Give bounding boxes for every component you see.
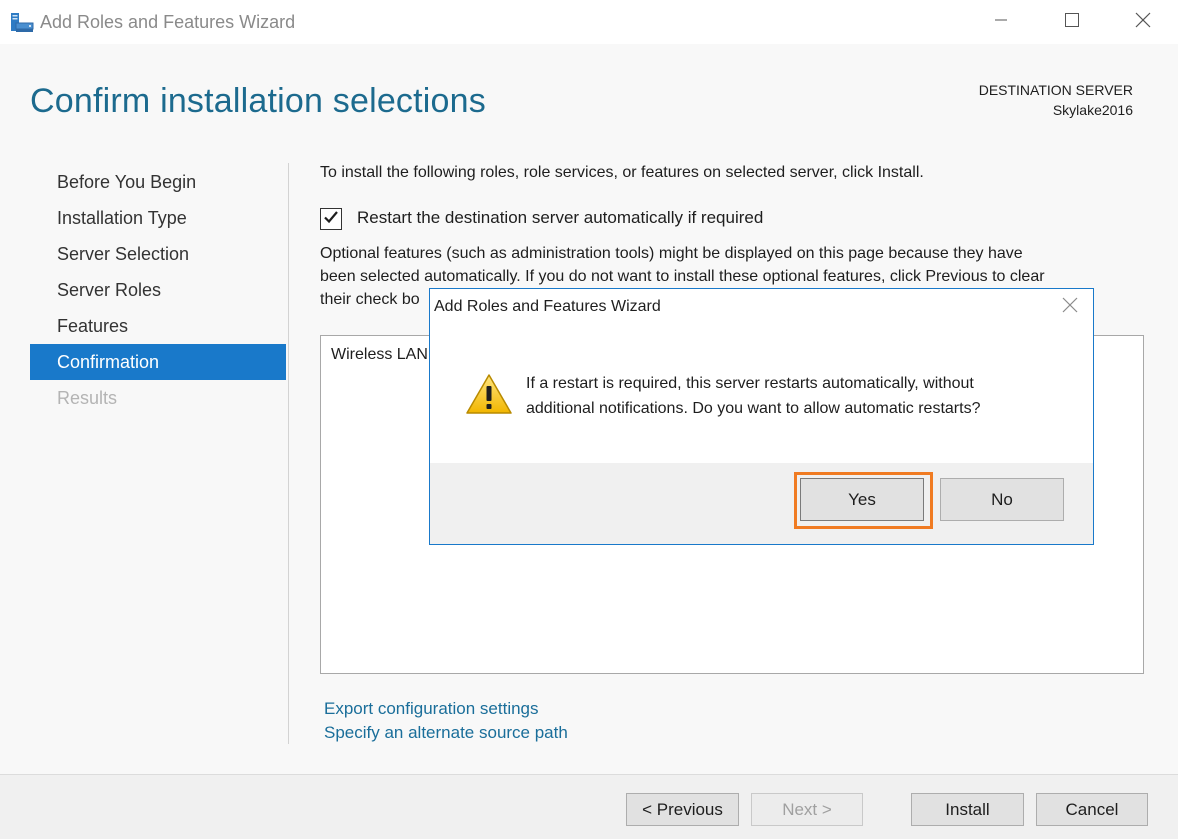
dialog-title: Add Roles and Features Wizard <box>434 298 661 315</box>
next-button: Next > <box>751 793 863 826</box>
destination-server-label: DESTINATION SERVER <box>978 82 1133 98</box>
close-button[interactable] <box>1108 0 1178 44</box>
window-title: Add Roles and Features Wizard <box>40 12 296 32</box>
warning-icon <box>465 373 513 415</box>
nav-item-features[interactable]: Features <box>30 308 286 344</box>
export-configuration-link[interactable]: Export configuration settings <box>324 699 539 719</box>
dialog-close-button[interactable] <box>1055 295 1085 319</box>
previous-button[interactable]: < Previous <box>626 793 739 826</box>
nav-item-server-selection[interactable]: Server Selection <box>30 236 286 272</box>
nav-item-installation-type[interactable]: Installation Type <box>30 200 286 236</box>
page-title: Confirm installation selections <box>30 82 486 120</box>
maximize-button[interactable] <box>1037 0 1107 44</box>
restart-confirm-dialog: Add Roles and Features Wizard If a resta… <box>429 288 1094 545</box>
dialog-button-bar: Yes No <box>430 463 1093 544</box>
nav-item-before-you-begin[interactable]: Before You Begin <box>30 164 286 200</box>
no-button[interactable]: No <box>940 478 1064 521</box>
close-icon <box>1135 12 1151 33</box>
nav-item-server-roles[interactable]: Server Roles <box>30 272 286 308</box>
server-manager-icon <box>10 12 34 34</box>
dialog-message-line: additional notifications. Do you want to… <box>526 400 981 417</box>
yes-button[interactable]: Yes <box>800 478 924 521</box>
nav-item-results: Results <box>57 388 118 408</box>
wizard-nav: Before You Begin Installation Type Serve… <box>30 164 286 416</box>
intro-text: To install the following roles, role ser… <box>320 164 924 181</box>
dialog-message: If a restart is required, this server re… <box>526 371 1066 421</box>
checkmark-icon <box>323 209 339 230</box>
close-icon <box>1062 297 1078 318</box>
minimize-icon <box>994 13 1008 32</box>
minimize-button[interactable] <box>966 0 1036 44</box>
list-item: Wireless LAN <box>331 346 428 363</box>
restart-checkbox[interactable] <box>320 208 342 230</box>
title-bar: Add Roles and Features Wizard <box>0 0 1178 44</box>
wizard-footer: < Previous Next > Install Cancel <box>0 774 1178 839</box>
alternate-source-path-link[interactable]: Specify an alternate source path <box>324 723 568 743</box>
nav-item-confirmation[interactable]: Confirmation <box>30 344 286 380</box>
restart-checkbox-label[interactable]: Restart the destination server automatic… <box>357 208 763 228</box>
install-button[interactable]: Install <box>911 793 1024 826</box>
destination-server-name: Skylake2016 <box>1052 102 1133 118</box>
cancel-button[interactable]: Cancel <box>1036 793 1148 826</box>
dialog-message-line: If a restart is required, this server re… <box>526 375 974 392</box>
nav-divider <box>288 163 289 744</box>
optional-text-line: been selected automatically. If you do n… <box>320 268 1045 285</box>
optional-text-line: Optional features (such as administratio… <box>320 245 1023 262</box>
maximize-icon <box>1065 12 1079 32</box>
